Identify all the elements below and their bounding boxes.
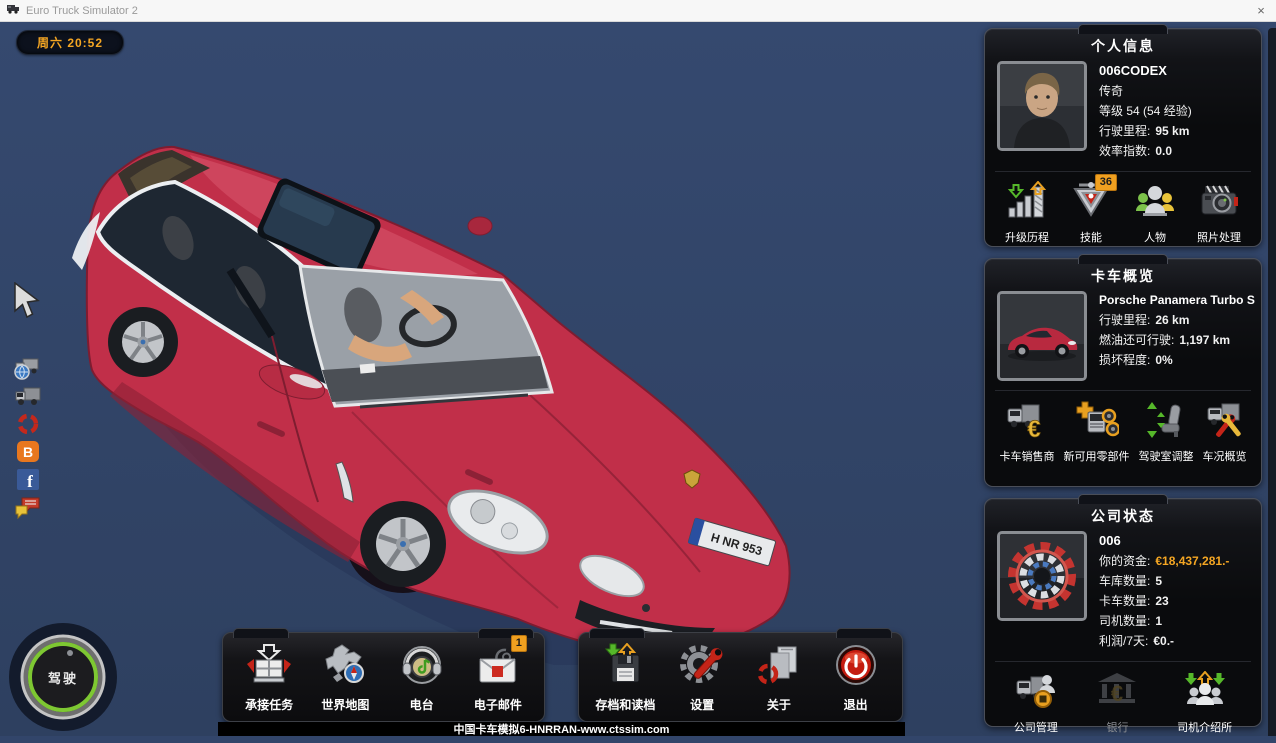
- svg-text:B: B: [23, 444, 33, 460]
- level-history-button[interactable]: 升级历程: [1005, 181, 1049, 245]
- rear-wheel: [108, 307, 178, 377]
- about-icon: [755, 643, 803, 692]
- panel-tab: [1078, 24, 1168, 34]
- truck-condition-icon: [1203, 400, 1247, 445]
- truck-panel-title: 卡车概览: [985, 266, 1261, 286]
- svg-text:€: €: [1111, 681, 1123, 706]
- email-button[interactable]: 1 电子邮件: [461, 643, 535, 713]
- blogger-icon[interactable]: B: [13, 439, 43, 464]
- new-parts-button[interactable]: 新可用零部件: [1064, 400, 1130, 464]
- drive-button-label: 驾驶: [8, 622, 118, 732]
- avatar: [997, 61, 1087, 151]
- driver-agency-icon: [1183, 671, 1227, 716]
- truck-dealer-icon: €: [1005, 400, 1049, 445]
- player-rank: 传奇: [1099, 82, 1192, 99]
- email-badge: 1: [511, 635, 527, 652]
- truck-fuel-range-row: 燃油还可行驶:1,197 km: [1099, 331, 1249, 348]
- photo-mode-icon: [1197, 181, 1241, 226]
- scs-software-icon[interactable]: [13, 411, 43, 436]
- social-sidebar: B f: [13, 355, 43, 520]
- toolbar-right: 存档和读档 设置 关于 退出: [578, 632, 903, 722]
- status-text: 中国卡车模拟6-HNRRAN-www.ctssim.com: [454, 721, 670, 737]
- radio-icon: [398, 643, 446, 692]
- toolbar-left: 承接任务 世界地图 电台 1 电子邮件: [222, 632, 545, 722]
- window-title: Euro Truck Simulator 2: [26, 5, 138, 17]
- truck-gallery-icon[interactable]: [13, 383, 43, 408]
- front-wheel: [360, 501, 446, 587]
- cab-adjust-button[interactable]: 驾驶室调整: [1139, 400, 1194, 464]
- truck-model-name: Porsche Panamera Turbo S: [1099, 293, 1249, 307]
- status-bar: 中国卡车模拟6-HNRRAN-www.ctssim.com: [218, 722, 905, 736]
- cab-adjust-icon: [1144, 400, 1188, 445]
- game-time-badge: 周六 20:52: [16, 30, 124, 55]
- skills-button[interactable]: 36 技能: [1069, 181, 1113, 245]
- about-button[interactable]: 关于: [742, 643, 816, 713]
- game-time-text: 周六 20:52: [37, 34, 103, 51]
- drive-button[interactable]: 驾驶: [8, 622, 118, 732]
- app-icon: [6, 1, 20, 20]
- truck-damage-row: 损坏程度:0%: [1099, 351, 1249, 368]
- panel-tab: [1078, 494, 1168, 504]
- right-edge-strip: [1268, 28, 1276, 736]
- level-history-icon: [1005, 181, 1049, 226]
- truck-dealer-button[interactable]: € 卡车销售商: [1000, 400, 1055, 464]
- company-panel-title: 公司状态: [985, 506, 1261, 526]
- window-titlebar[interactable]: Euro Truck Simulator 2 ×: [0, 0, 1276, 22]
- driver-agency-button[interactable]: 司机介绍所: [1177, 671, 1232, 735]
- svg-text:€: €: [1027, 416, 1040, 440]
- mouse-cursor: [14, 282, 40, 325]
- bank-icon: €: [1095, 671, 1139, 716]
- company-management-icon: [1014, 671, 1058, 716]
- radio-button[interactable]: 电台: [385, 643, 459, 713]
- truck-thumbnail: [997, 291, 1087, 381]
- bank-button[interactable]: € 银行: [1095, 671, 1139, 735]
- efficiency-row: 效率指数:0.0: [1099, 142, 1192, 159]
- characters-button[interactable]: 人物: [1133, 181, 1177, 245]
- player-level: 等级 54 (54 经验): [1099, 102, 1192, 119]
- skills-badge: 36: [1095, 174, 1117, 191]
- panel-tab: [1078, 254, 1168, 264]
- close-icon[interactable]: ×: [1252, 3, 1270, 18]
- truck-odometer-row: 行驶里程:26 km: [1099, 311, 1249, 328]
- new-parts-icon: [1075, 400, 1119, 445]
- personal-info-panel: 个人信息 006CODEX 传奇 等级 54 (54 经验) 行驶里程:95 k…: [984, 28, 1262, 247]
- take-job-button[interactable]: 承接任务: [232, 643, 306, 713]
- save-load-icon: [601, 643, 649, 692]
- drivers-count-row: 司机数量:1: [1099, 612, 1229, 629]
- trucks-count-row: 卡车数量:23: [1099, 592, 1229, 609]
- world-map-button[interactable]: 世界地图: [308, 643, 382, 713]
- driven-distance-row: 行驶里程:95 km: [1099, 122, 1192, 139]
- world-of-trucks-icon[interactable]: [13, 355, 43, 380]
- company-name: 006: [1099, 533, 1229, 548]
- exit-icon: [832, 643, 880, 692]
- settings-button[interactable]: 设置: [665, 643, 739, 713]
- world-map-icon: [321, 643, 369, 692]
- garages-count-row: 车库数量:5: [1099, 572, 1229, 589]
- take-job-icon: [245, 643, 293, 692]
- photo-mode-button[interactable]: 照片处理: [1197, 181, 1241, 245]
- exit-button[interactable]: 退出: [819, 643, 893, 713]
- forum-icon[interactable]: [13, 495, 43, 520]
- porsche-panamera-render: H NR 953: [60, 130, 820, 665]
- profit-row: 利润/7天:€0.-: [1099, 632, 1229, 649]
- save-load-button[interactable]: 存档和读档: [588, 643, 662, 713]
- company-money-row: 你的资金:€18,437,281.-: [1099, 552, 1229, 569]
- personal-panel-title: 个人信息: [985, 36, 1261, 56]
- characters-icon: [1133, 181, 1177, 226]
- truck-condition-button[interactable]: 车况概览: [1203, 400, 1247, 464]
- vehicle-3d-view: H NR 953: [60, 130, 820, 665]
- company-management-button[interactable]: 公司管理: [1014, 671, 1058, 735]
- facebook-icon[interactable]: f: [13, 467, 43, 492]
- player-name: 006CODEX: [1099, 63, 1192, 78]
- company-status-panel: 公司状态 006 你的资金:€18,437,281.- 车库数量:5 卡车数量:…: [984, 498, 1262, 727]
- truck-overview-panel: 卡车概览 Porsche Panamera Turbo S 行驶里程:26 km…: [984, 258, 1262, 487]
- svg-text:f: f: [27, 472, 33, 491]
- settings-icon: [678, 643, 726, 692]
- company-logo: [997, 531, 1087, 621]
